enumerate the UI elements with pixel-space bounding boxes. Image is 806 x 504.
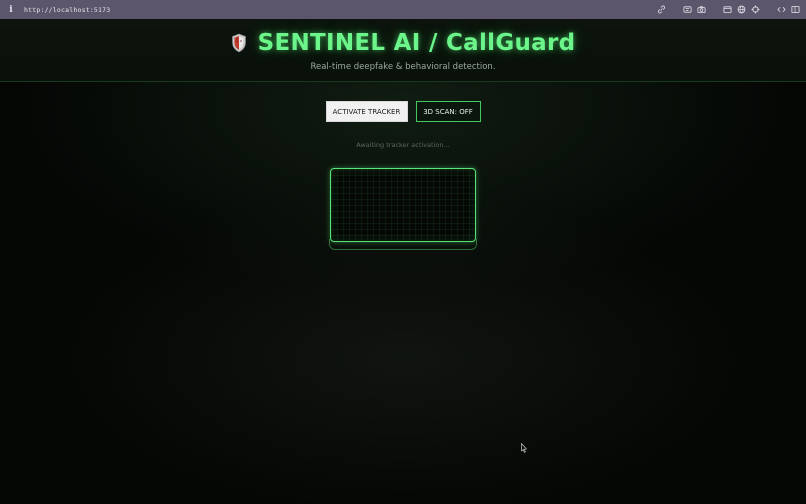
browser-actions [652,5,800,14]
page-viewport: SENTINEL AI / CallGuard Real-time deepfa… [0,19,806,504]
camera-icon[interactable] [697,5,706,14]
info-icon[interactable]: i [6,5,16,15]
title-row: SENTINEL AI / CallGuard [0,30,806,56]
3d-scan-toggle-button[interactable]: 3D SCAN: OFF [415,101,481,122]
sidebar-icon[interactable] [791,5,800,14]
window-icon[interactable] [723,5,732,14]
app-header: SENTINEL AI / CallGuard Real-time deepfa… [0,19,806,82]
browser-toolbar: i http://localhost:5173 [0,0,806,19]
address-bar-url[interactable]: http://localhost:5173 [24,6,110,14]
tracker-video-frame [330,168,476,242]
activate-tracker-button[interactable]: ACTIVATE TRACKER [325,101,408,122]
shield-icon [231,33,247,53]
link-icon[interactable] [657,5,666,14]
reader-icon[interactable] [683,5,692,14]
control-buttons: ACTIVATE TRACKER 3D SCAN: OFF [0,101,806,122]
page-title: SENTINEL AI / CallGuard [257,30,576,56]
code-icon[interactable] [777,5,786,14]
mouse-cursor-icon [521,443,527,453]
tracker-status-text: Awaiting tracker activation... [356,141,450,149]
crosshair-icon[interactable] [751,5,760,14]
globe-icon[interactable] [737,5,746,14]
page-subtitle: Real-time deepfake & behavioral detectio… [310,62,496,72]
